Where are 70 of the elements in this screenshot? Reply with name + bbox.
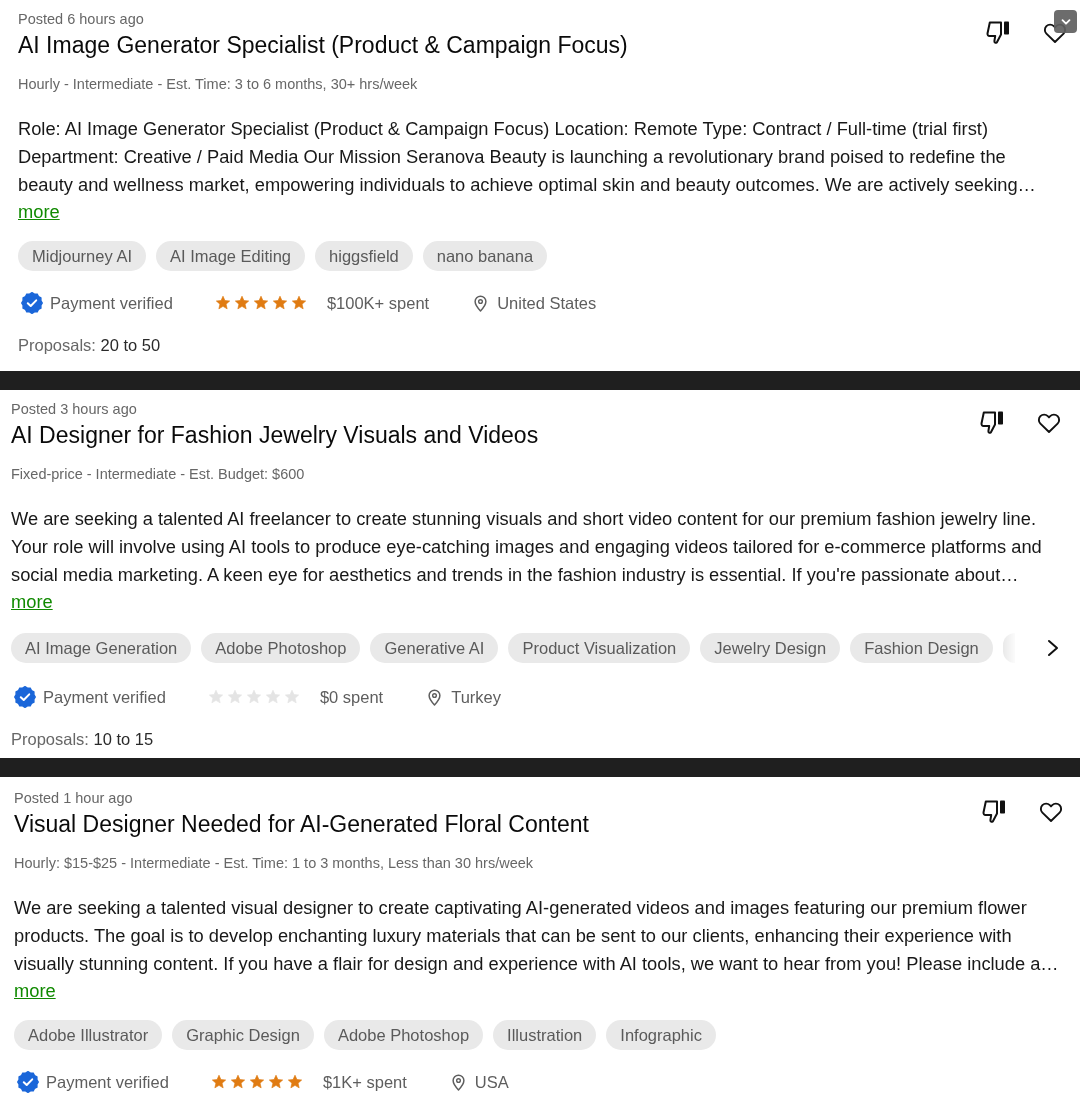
client-location: United States (497, 292, 597, 314)
more-link[interactable]: more (11, 589, 53, 615)
skill-tag[interactable]: Illustration (493, 1020, 597, 1050)
skill-tag[interactable]: Product Visualization (508, 633, 691, 663)
proposals-count: Proposals: 10 to 15 (11, 729, 154, 750)
dropdown-button[interactable] (1054, 10, 1077, 33)
more-link[interactable]: more (18, 199, 60, 225)
client-location: Turkey (451, 686, 502, 708)
posted-time: Posted 3 hours ago (11, 400, 138, 419)
thumbs-down-icon[interactable] (985, 19, 1011, 46)
payment-status: Payment verified (50, 292, 173, 314)
skill-tag[interactable]: Midjourney AI (18, 241, 146, 271)
heart-icon[interactable] (1043, 21, 1067, 44)
location-pin-icon (451, 1073, 465, 1091)
job-title-link[interactable]: AI Image Generator Specialist (Product & Campaign Focus) (18, 30, 628, 60)
job-title-link[interactable]: Visual Designer Needed for AI-Generated Floral Content (14, 809, 589, 839)
skill-tag[interactable]: Fashion Design (850, 633, 993, 663)
star-icon (229, 1074, 246, 1090)
star-icon (248, 1074, 265, 1090)
skill-tag[interactable]: Adobe Illustrator (14, 1020, 163, 1050)
job-details: Hourly: $15-$25 - Intermediate - Est. Time: 1 to 3 months, Less than 30 hrs/week (14, 854, 534, 872)
posted-time: Posted 1 hour ago (14, 789, 134, 808)
skill-tag[interactable]: Generative AI (370, 633, 499, 663)
star-icon (264, 689, 281, 705)
client-location: USA (474, 1071, 509, 1093)
job-details: Hourly - Intermediate - Est. Time: 3 to 6 months, 30+ hrs/week (18, 75, 418, 93)
location-pin-icon (428, 688, 442, 706)
payment-status: Payment verified (46, 1071, 169, 1093)
star-icon (214, 295, 231, 311)
posted-time: Posted 6 hours ago (18, 10, 145, 29)
star-icon (233, 295, 250, 311)
skill-tag[interactable]: higgsfield (315, 241, 413, 271)
job-description: We are seeking a talented visual designer to create captivating AI-generated videos and images featuring our premium flower products. The goal is to develop enchanting luxury materials that can be sent to our clients, enhancing their experience with visually stunning content. If you have a flair for design and experience with AI tools, we want to hear from you! Please include a… (14, 896, 1059, 976)
verified-badge-icon (17, 1071, 39, 1093)
job-description: Role: AI Image Generator Specialist (Product & Campaign Focus) Location: Remote Type: Contract / Full-time (trial first) Department: Creative / Paid Media Our Mission Seranova Beauty is launching a revolutionary brand poised to redefine the beauty and wellness market, empowering individuals to achieve optimal skin and beauty outcomes. We are actively seeking… (18, 117, 1036, 197)
star-icon (290, 295, 307, 311)
star-icon (252, 295, 269, 311)
star-icon (286, 1074, 303, 1090)
skill-tag[interactable]: Graphic Design (172, 1020, 314, 1050)
skill-tag[interactable]: Jewelry Design (700, 633, 841, 663)
chevron-right-icon[interactable] (1045, 638, 1061, 658)
amount-spent: $100K+ spent (326, 292, 430, 314)
star-icon (283, 689, 300, 705)
star-icon (207, 689, 224, 705)
skill-tag[interactable]: Adobe Photoshop (201, 633, 361, 663)
star-icon (245, 689, 262, 705)
job-description: We are seeking a talented AI freelancer to create stunning visuals and short video content for our premium fashion jewelry line. Your role will involve using AI tools to produce eye-catching images and engaging videos tailored for e-commerce platforms and social media marketing. A keen eye for aesthetics and trends in the fashion industry is essential. If you're passionate about… (11, 507, 1042, 587)
amount-spent: $0 spent (319, 686, 384, 708)
star-icon (210, 1074, 227, 1090)
thumbs-down-icon[interactable] (979, 409, 1005, 436)
skill-tag[interactable]: AI Image Generation (11, 633, 192, 663)
heart-icon[interactable] (1037, 411, 1061, 434)
star-icon (271, 295, 288, 311)
heart-icon[interactable] (1039, 800, 1063, 823)
job-details: Fixed-price - Intermediate - Est. Budget: $600 (11, 465, 305, 483)
proposals-count: Proposals: 20 to 50 (18, 335, 161, 356)
verified-badge-icon (14, 686, 36, 708)
star-icon (226, 689, 243, 705)
skill-tag[interactable]: nano banana (422, 241, 548, 271)
verified-badge-icon (21, 292, 43, 314)
skill-tag[interactable]: Infographic (606, 1020, 716, 1050)
star-icon (267, 1074, 284, 1090)
skill-tag[interactable]: AI Image Editing (155, 241, 306, 271)
thumbs-down-icon[interactable] (981, 798, 1007, 825)
amount-spent: $1K+ spent (322, 1071, 407, 1093)
more-link[interactable]: more (14, 978, 56, 1004)
payment-status: Payment verified (43, 686, 166, 708)
job-title-link[interactable]: AI Designer for Fashion Jewelry Visuals and Videos (11, 420, 539, 450)
location-pin-icon (474, 294, 488, 312)
skill-tag[interactable]: Adobe Photoshop (323, 1020, 484, 1050)
